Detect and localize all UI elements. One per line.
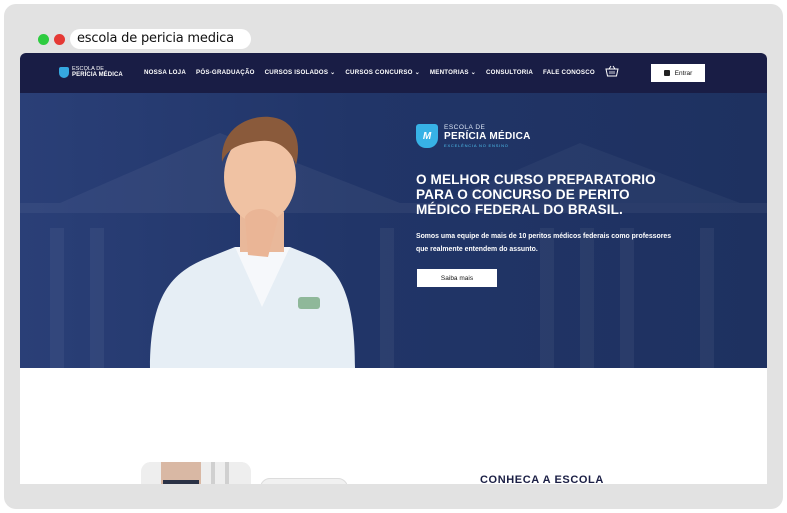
menu-item-label: PÓS-GRADUAÇÃO [196, 69, 255, 76]
top-navigation: ESCOLA DE PERÍCIA MÉDICA NOSSA LOJA PÓS-… [20, 53, 767, 93]
logo-shield-icon [59, 66, 69, 78]
login-label: Entrar [674, 69, 693, 77]
hero-logo: M ESCOLA DE PERÍCIA MÉDICA EXCELÊNCIA NO… [416, 124, 531, 148]
menu-item-label: NOSSA LOJA [144, 69, 186, 76]
section-title: CONHECA A ESCOLA [480, 474, 604, 484]
menu-item-label: CONSULTORIA [485, 69, 533, 76]
site-logo[interactable]: ESCOLA DE PERÍCIA MÉDICA [59, 66, 123, 78]
chevron-down-icon: ⌄ [414, 70, 420, 76]
about-photo-image [141, 462, 251, 484]
logo-line2: PERÍCIA MÉDICA [72, 72, 123, 78]
menu-item-label: FALE CONOSCO [543, 69, 595, 76]
hero-logo-text: ESCOLA DE PERÍCIA MÉDICA EXCELÊNCIA NO E… [444, 124, 531, 148]
hero-logo-tagline: EXCELÊNCIA NO ENSINO [444, 143, 509, 148]
building-column [50, 228, 64, 368]
menu-item-label: CURSOS CONCURSO [345, 69, 413, 76]
login-button[interactable]: Entrar [651, 64, 705, 82]
menu-item-nossa-loja[interactable]: NOSSA LOJA [144, 69, 186, 76]
user-icon [663, 70, 670, 76]
about-photo [141, 462, 251, 484]
logo-text: ESCOLA DE PERÍCIA MÉDICA [72, 66, 123, 78]
logo-mark: M [422, 130, 432, 142]
address-bar[interactable]: escola de pericia medica [70, 29, 251, 49]
saiba-mais-button[interactable]: Saiba mais [417, 269, 497, 287]
menu-item-cursos-isolados[interactable]: CURSOS ISOLADOS ⌄ [265, 69, 336, 76]
building-column [700, 228, 714, 368]
shopping-basket-icon[interactable] [605, 65, 619, 77]
hero-logo-top: ESCOLA DE [444, 124, 486, 131]
chevron-down-icon: ⌄ [330, 70, 336, 76]
menu-item-pos-graduacao[interactable]: PÓS-GRADUAÇÃO [196, 69, 255, 76]
hero-headline: O MELHOR CURSO PREPARATORIO PARA O CONCU… [416, 172, 656, 217]
building-column [90, 228, 104, 368]
menu-item-consultoria[interactable]: CONSULTORIA [486, 69, 533, 76]
about-photo-secondary [260, 478, 348, 484]
screenshot-frame: escola de pericia medica ESCOLA DE PERÍC… [0, 0, 787, 513]
building-column [380, 228, 394, 368]
hero-banner: M ESCOLA DE PERÍCIA MÉDICA EXCELÊNCIA NO… [20, 93, 767, 368]
main-menu: NOSSA LOJA PÓS-GRADUAÇÃO CURSOS ISOLADOS… [144, 69, 595, 76]
logo-shield-icon: M [416, 124, 438, 148]
chevron-down-icon: ⌄ [470, 70, 476, 76]
about-section: CONHECA A ESCOLA [20, 368, 767, 484]
menu-item-cursos-concurso[interactable]: CURSOS CONCURSO ⌄ [345, 69, 420, 76]
window-close-dot[interactable] [54, 34, 65, 45]
window-maximize-dot[interactable] [38, 34, 49, 45]
menu-item-fale-conosco[interactable]: FALE CONOSCO [543, 69, 595, 76]
hero-subtext: Somos uma equipe de mais de 10 peritos m… [416, 233, 672, 253]
menu-item-label: CURSOS ISOLADOS [264, 69, 329, 76]
page-viewport: ESCOLA DE PERÍCIA MÉDICA NOSSA LOJA PÓS-… [20, 53, 767, 484]
menu-item-mentorias[interactable]: MENTORIAS ⌄ [430, 69, 476, 76]
hero-logo-main: PERÍCIA MÉDICA [444, 131, 531, 142]
instructor-photo [150, 116, 355, 368]
menu-item-label: MENTORIAS [429, 69, 469, 76]
